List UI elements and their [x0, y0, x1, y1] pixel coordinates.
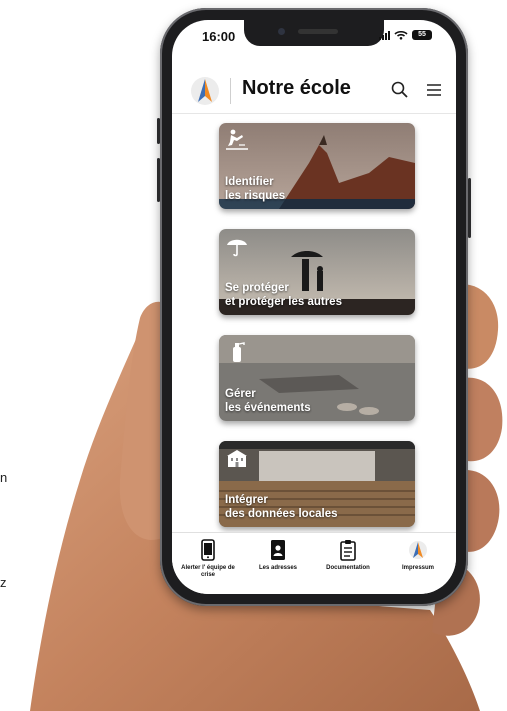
header-divider	[230, 78, 231, 104]
bottom-tab-bar: Alerter l' équipe de crise Les adresses	[172, 532, 456, 594]
tab-impressum[interactable]: Impressum	[384, 539, 452, 572]
card-label: Identifier les risques	[225, 175, 285, 203]
status-icons: 55	[379, 30, 432, 40]
tab-label: Documentation	[326, 565, 370, 571]
card-label-line1: Intégrer	[225, 494, 268, 506]
tab-documentation[interactable]: Documentation	[314, 539, 382, 572]
card-protect[interactable]: Se protéger et protéger les autres	[219, 229, 415, 315]
card-label-line2: des données locales	[225, 508, 338, 520]
notch	[244, 20, 384, 46]
battery-icon: 55	[412, 30, 432, 40]
app-logo-icon	[409, 541, 427, 559]
tab-label: Alerter l' équipe de crise	[181, 565, 235, 578]
card-label: Intégrer des données locales	[225, 493, 338, 521]
camera	[278, 28, 285, 35]
menu-icon[interactable]	[424, 80, 444, 100]
card-label-line2: et protéger les autres	[225, 296, 342, 308]
mute-switch	[157, 118, 160, 144]
card-label-line1: Identifier	[225, 176, 274, 188]
page-fragment: z	[0, 575, 7, 590]
card-label-line1: Gérer	[225, 388, 256, 400]
tab-addresses[interactable]: Les adresses	[244, 539, 312, 572]
wifi-icon	[394, 30, 408, 40]
volume-up-button	[157, 158, 160, 202]
card-label-line2: les risques	[225, 190, 286, 202]
slip-hazard-icon	[226, 129, 248, 150]
search-icon[interactable]	[390, 80, 410, 100]
app-logo-icon[interactable]	[190, 76, 220, 106]
power-button	[468, 178, 471, 238]
speaker	[298, 29, 338, 34]
card-local-data[interactable]: Intégrer des données locales	[219, 441, 415, 527]
school-building-icon	[227, 450, 247, 467]
alert-phone-icon	[201, 539, 215, 561]
card-identify-risks[interactable]: Identifier les risques	[219, 123, 415, 209]
page-fragment: n	[0, 470, 8, 485]
card-label-line2: les événements	[225, 402, 311, 414]
phone-frame: 16:00 55 Notre école Identifier les risq…	[157, 8, 471, 606]
category-cards: Identifier les risques Se protéger et pr…	[219, 123, 415, 547]
status-time: 16:00	[202, 29, 236, 44]
app-title: Notre école	[242, 77, 351, 99]
clipboard-icon	[340, 540, 356, 561]
fire-extinguisher-icon	[233, 342, 245, 362]
tab-label: Impressum	[401, 565, 434, 571]
phone-screen: 16:00 55 Notre école Identifier les risq…	[172, 20, 456, 594]
umbrella-icon	[227, 239, 247, 257]
app-header: Notre école	[172, 68, 456, 114]
card-label: Se protéger et protéger les autres	[225, 281, 342, 309]
tab-label: Les adresses	[258, 565, 298, 571]
tab-alert-crisis-team[interactable]: Alerter l' équipe de crise	[174, 539, 242, 579]
card-label: Gérer les événements	[225, 387, 311, 415]
address-book-icon	[271, 540, 285, 560]
signal-icon	[379, 30, 390, 40]
card-manage-events[interactable]: Gérer les événements	[219, 335, 415, 421]
card-label-line1: Se protéger	[225, 282, 289, 294]
